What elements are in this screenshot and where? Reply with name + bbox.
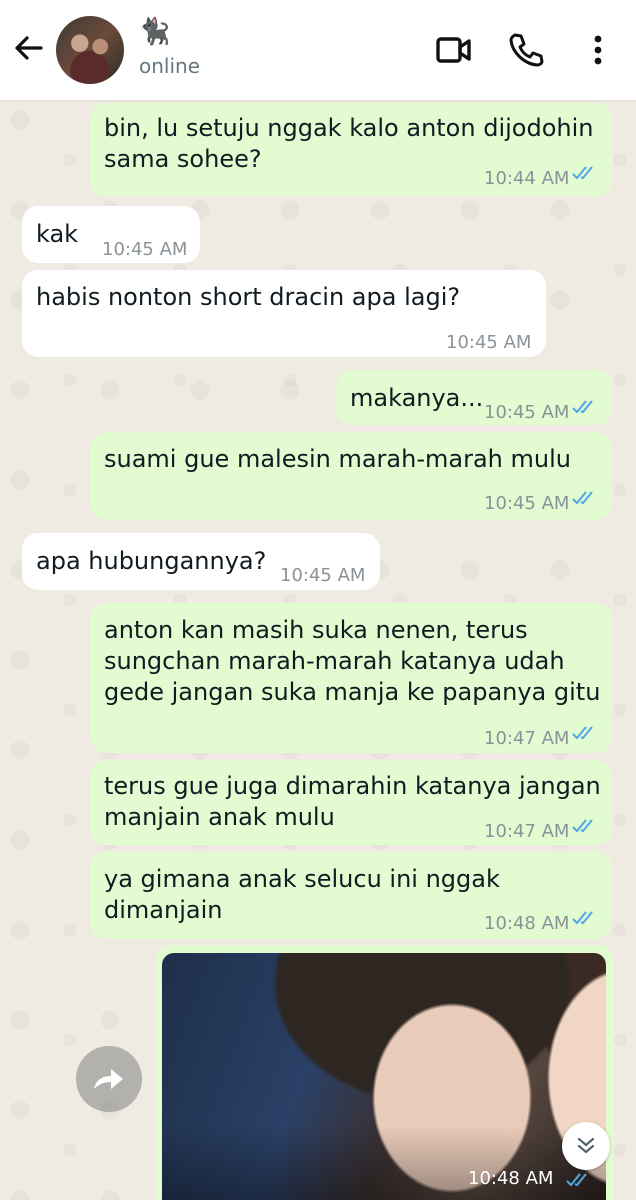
- message-time: 10:45 AM: [280, 565, 366, 586]
- outgoing-message-bubble[interactable]: suami gue malesin marah-marah mulu 10:45…: [90, 432, 612, 520]
- message-time: 10:47 AM: [484, 728, 570, 749]
- message-time: 10:47 AM: [484, 821, 570, 842]
- back-arrow-icon: [15, 36, 43, 60]
- more-options-icon: [594, 35, 602, 65]
- double-check-read-icon: [572, 726, 593, 740]
- chat-header: 🐈‍⬛ online: [0, 0, 636, 100]
- message-text: apa hubungannya?: [36, 547, 267, 575]
- outgoing-message-bubble[interactable]: bin, lu setuju nggak kalo anton dijodohi…: [90, 103, 612, 196]
- back-button[interactable]: [10, 30, 46, 66]
- message-time: 10:48 AM: [484, 913, 570, 934]
- message-time: 10:45 AM: [484, 402, 570, 423]
- shared-photo[interactable]: [162, 953, 606, 1200]
- photo-time: 10:48 AM: [468, 1168, 554, 1189]
- phone-icon: [509, 33, 544, 67]
- contact-status: online: [139, 54, 201, 78]
- double-check-read-icon: [572, 819, 593, 833]
- message-time: 10:45 AM: [102, 239, 188, 260]
- voice-call-button[interactable]: [506, 30, 546, 70]
- message-text: makanya...: [350, 384, 484, 412]
- more-options-button[interactable]: [580, 30, 616, 70]
- double-check-read-icon: [572, 491, 593, 505]
- double-check-read-icon: [566, 1173, 587, 1187]
- message-text: ya gimana anak selucu ini nggak dimanjai…: [104, 865, 500, 924]
- message-time: 10:45 AM: [446, 332, 532, 353]
- message-text: anton kan masih suka nenen, terus sungch…: [104, 616, 601, 706]
- scroll-to-bottom-button[interactable]: [562, 1122, 610, 1170]
- outgoing-message-bubble[interactable]: anton kan masih suka nenen, terus sungch…: [90, 603, 612, 753]
- message-time: 10:44 AM: [484, 168, 570, 189]
- incoming-message-bubble[interactable]: kak 10:45 AM: [22, 206, 200, 263]
- message-text: suami gue malesin marah-marah mulu: [104, 445, 571, 473]
- double-chevron-down-icon: [577, 1137, 595, 1154]
- outgoing-message-bubble[interactable]: ya gimana anak selucu ini nggak dimanjai…: [90, 852, 612, 939]
- double-check-read-icon: [572, 400, 593, 414]
- forward-icon: [94, 1069, 123, 1089]
- double-check-read-icon: [572, 166, 593, 180]
- incoming-message-bubble[interactable]: apa hubungannya? 10:45 AM: [22, 533, 380, 590]
- message-text: habis nonton short dracin apa lagi?: [36, 283, 461, 311]
- contact-name[interactable]: 🐈‍⬛: [138, 18, 170, 46]
- video-call-icon: [436, 37, 471, 63]
- outgoing-message-bubble[interactable]: terus gue juga dimarahin katanya jangan …: [90, 760, 612, 845]
- forward-button[interactable]: [76, 1046, 142, 1112]
- message-time: 10:45 AM: [484, 493, 570, 514]
- double-check-read-icon: [572, 911, 593, 925]
- video-call-button[interactable]: [434, 30, 474, 70]
- message-text: kak: [36, 220, 79, 248]
- contact-avatar[interactable]: [56, 16, 124, 84]
- photo-shade: [162, 953, 606, 1200]
- incoming-message-bubble[interactable]: habis nonton short dracin apa lagi? 10:4…: [22, 270, 546, 357]
- outgoing-message-bubble[interactable]: makanya... 10:45 AM: [336, 370, 612, 425]
